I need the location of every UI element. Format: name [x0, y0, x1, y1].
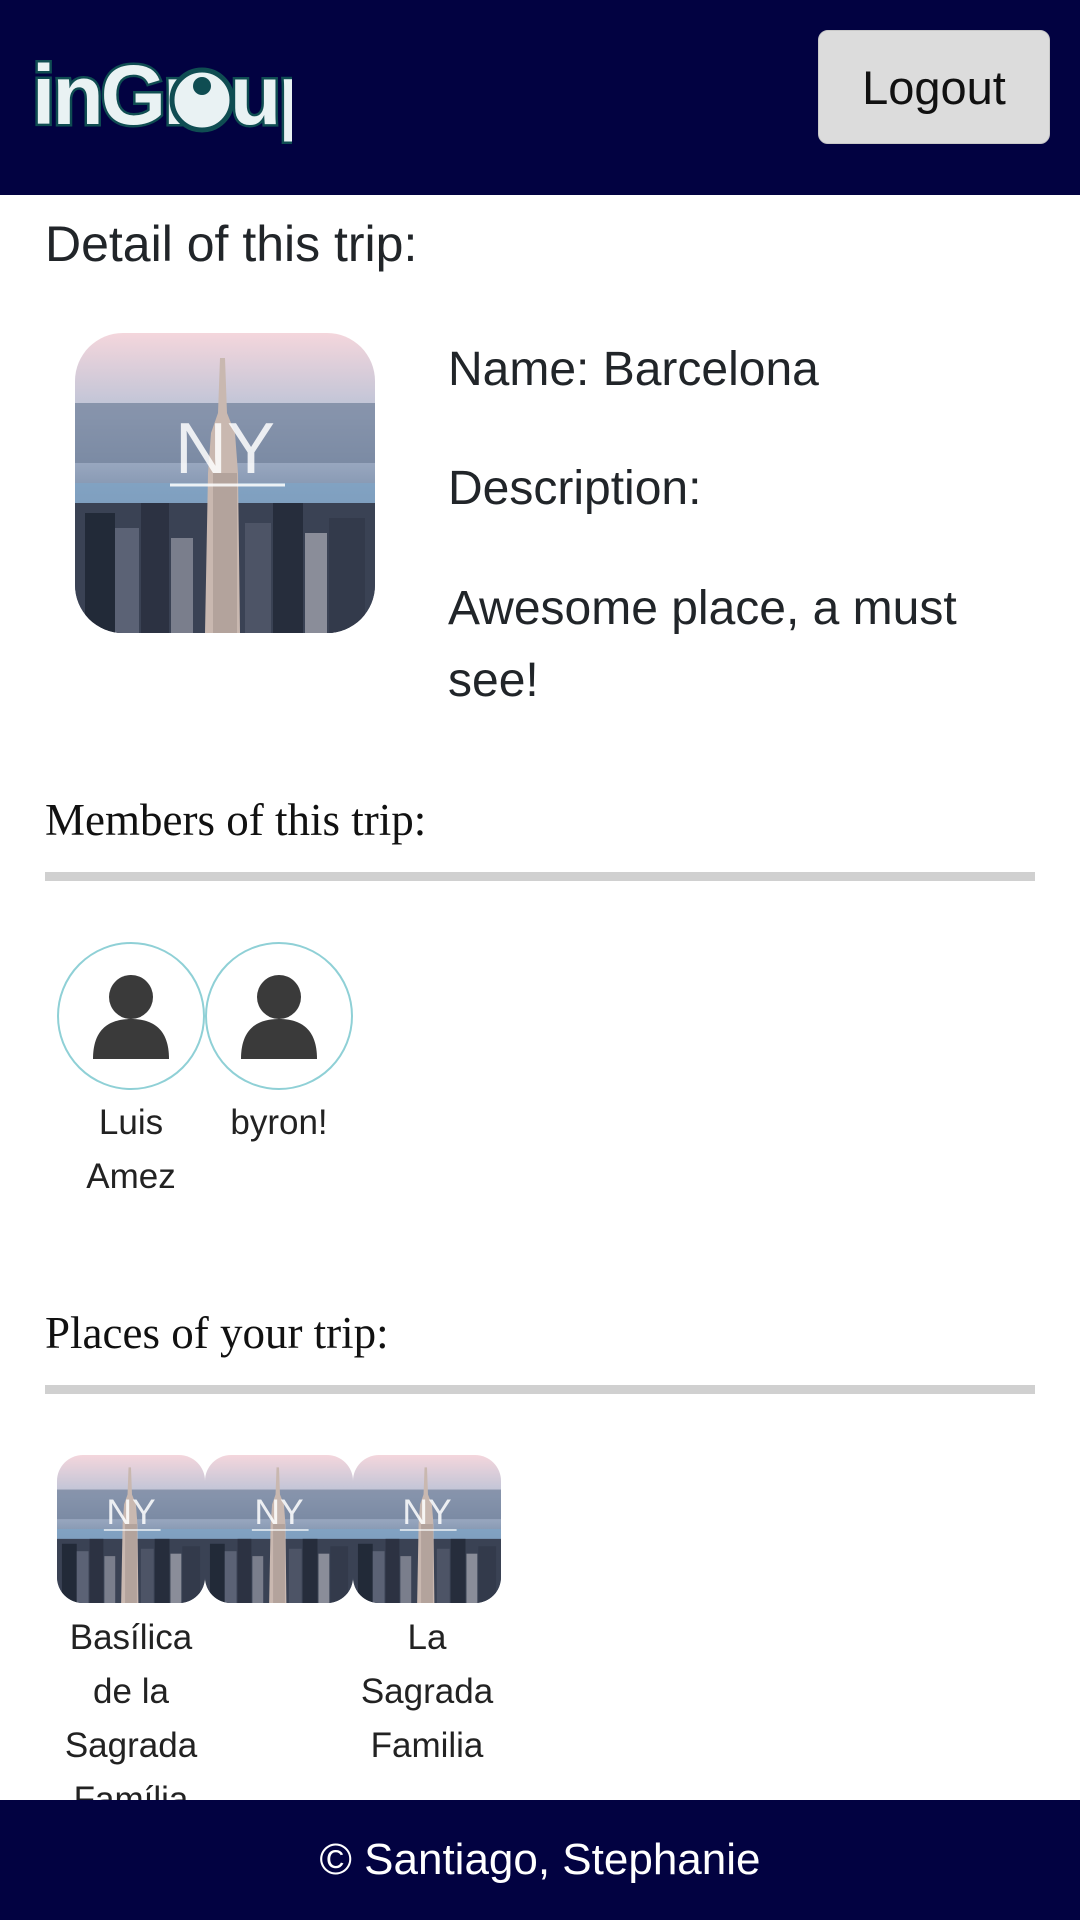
- place-image[interactable]: [205, 1455, 353, 1603]
- place-name: Basílica de la Sagrada Família: [64, 1618, 198, 1819]
- places-heading: Places of your trip:: [45, 1308, 389, 1358]
- top-navbar: inGr up Logout: [0, 0, 1080, 195]
- member-name: byron!: [230, 1103, 328, 1142]
- trip-description-text: Awesome place, a must see!: [448, 582, 957, 707]
- member-name: Luis Amez: [86, 1103, 176, 1196]
- ingroup-logo[interactable]: inGr up: [30, 28, 333, 156]
- logout-button[interactable]: Logout: [818, 30, 1050, 144]
- member-item[interactable]: byron!: [205, 942, 353, 1150]
- member-avatar[interactable]: [57, 942, 205, 1090]
- place-image[interactable]: [57, 1455, 205, 1603]
- place-image[interactable]: [353, 1455, 501, 1603]
- member-avatar[interactable]: [205, 942, 353, 1090]
- trip-image: [75, 333, 375, 633]
- svg-text:up: up: [230, 48, 292, 142]
- user-avatar-icon: [241, 975, 317, 1059]
- place-item[interactable]: Basílica de la Sagrada Família: [57, 1455, 205, 1827]
- footer-copyright: © Santiago, Stephanie: [319, 1835, 761, 1884]
- logo-graphic: inGr up: [30, 46, 333, 145]
- places-divider: [45, 1385, 1035, 1394]
- page-title: Detail of this trip:: [45, 216, 418, 272]
- members-heading: Members of this trip:: [45, 795, 427, 845]
- place-item[interactable]: La Sagrada Familia: [353, 1455, 501, 1773]
- trip-name: Name: Barcelona: [448, 343, 819, 396]
- member-item[interactable]: Luis Amez: [57, 942, 205, 1204]
- place-name: La Sagrada Familia: [360, 1618, 494, 1765]
- members-divider: [45, 872, 1035, 881]
- place-item[interactable]: [205, 1455, 353, 1611]
- footer: © Santiago, Stephanie: [0, 1800, 1080, 1920]
- user-avatar-icon: [93, 975, 169, 1059]
- trip-description-label: Description:: [448, 462, 702, 515]
